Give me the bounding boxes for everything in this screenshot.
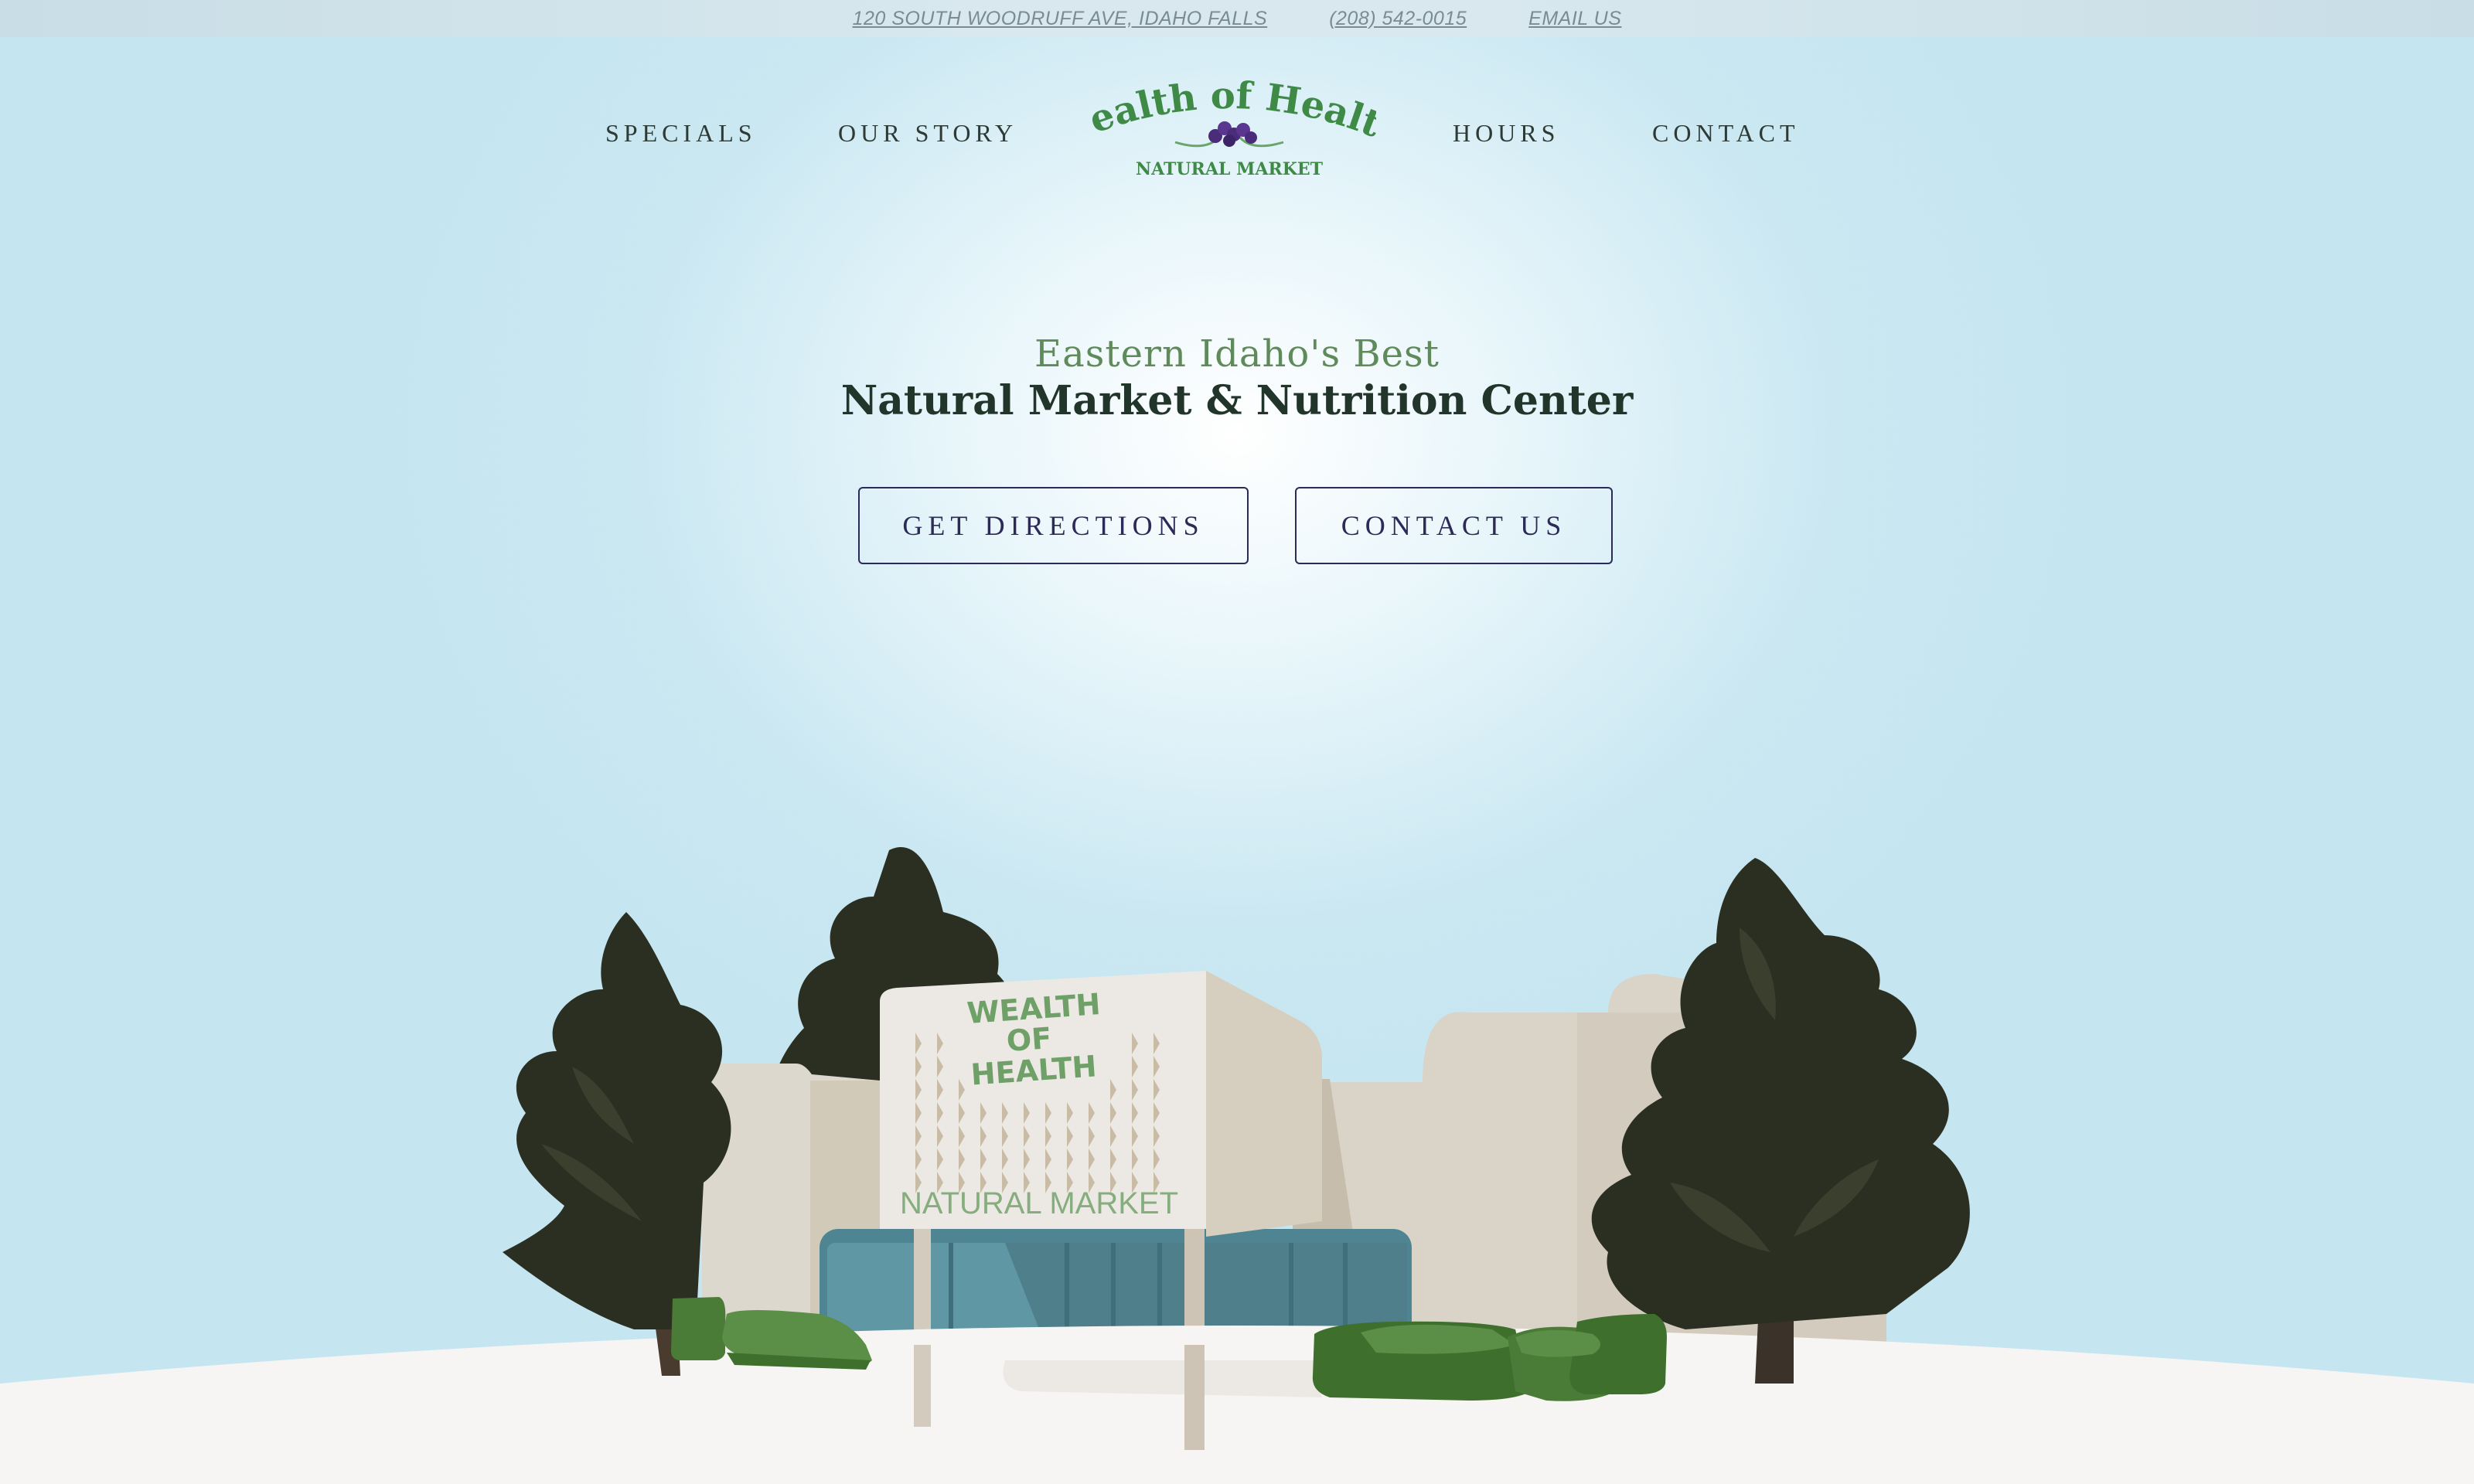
logo-tagline: NATURAL MARKET (1136, 159, 1324, 179)
pine-tree-right-icon (1591, 858, 1970, 1384)
get-directions-button[interactable]: GET DIRECTIONS (858, 487, 1249, 564)
ground (0, 1326, 2474, 1484)
nav-specials[interactable]: SPECIALS (605, 119, 757, 148)
email-link[interactable]: EMAIL US (1528, 8, 1621, 30)
violet-flower-icon (1174, 121, 1284, 148)
address-link[interactable]: 120 SOUTH WOODRUFF AVE, IDAHO FALLS (853, 8, 1268, 30)
nav-hours[interactable]: HOURS (1453, 119, 1559, 148)
nav-contact[interactable]: CONTACT (1652, 119, 1800, 148)
storefront-illustration: WEALTH OF HEALTH NATURAL MARKET (0, 819, 2474, 1484)
site-logo[interactable]: Wealth of Health NATURAL MARKET (1062, 40, 1387, 190)
sign-subtitle: NATURAL MARKET (900, 1186, 1178, 1220)
contact-us-button[interactable]: CONTACT US (1295, 487, 1613, 564)
phone-link[interactable]: (208) 542-0015 (1329, 8, 1467, 30)
shrubs-right (1312, 1314, 1667, 1401)
hero-subtitle: Eastern Idaho's Best (1034, 332, 1440, 376)
storefront-svg: WEALTH OF HEALTH NATURAL MARKET (0, 847, 2474, 1484)
nav-our-story[interactable]: OUR STORY (838, 119, 1017, 148)
top-info-bar: 120 SOUTH WOODRUFF AVE, IDAHO FALLS (208… (0, 0, 2474, 37)
hero-title: Natural Market & Nutrition Center (840, 377, 1634, 424)
logo-graphic: Wealth of Health NATURAL MARKET (1062, 40, 1387, 179)
